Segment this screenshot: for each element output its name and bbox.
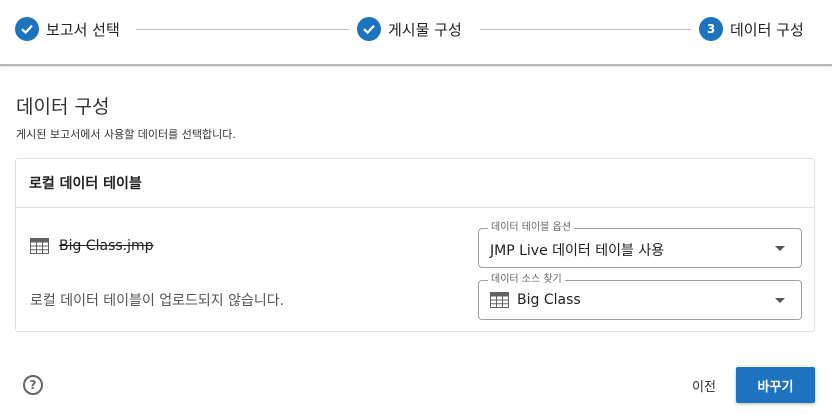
data-table-icon (490, 292, 509, 308)
local-data-table-card: 로컬 데이터 테이블 Big Class.jmp 로컬 데이터 테이블이 업로드… (15, 158, 815, 332)
dropdown-arrow-icon (775, 246, 785, 251)
page-description: 게시된 보고서에서 사용할 데이터를 선택합니다. (16, 128, 236, 141)
dropdown-arrow-icon (775, 298, 785, 303)
select-legend: 데이터 소스 찾기 (488, 274, 565, 286)
local-table-row: Big Class.jmp (30, 238, 154, 254)
stepper: 보고서 선택 게시물 구성 3 데이터 구성 (0, 0, 832, 66)
step-number: 3 (699, 17, 723, 41)
step-configure-data[interactable]: 3 데이터 구성 (699, 17, 804, 41)
data-table-icon (30, 238, 49, 254)
replace-button[interactable]: 바꾸기 (736, 367, 815, 403)
step-label: 데이터 구성 (730, 20, 804, 39)
check-icon (357, 17, 381, 41)
step-label: 게시물 구성 (388, 20, 462, 39)
previous-button[interactable]: 이전 (680, 367, 728, 403)
help-icon[interactable]: ? (23, 375, 43, 395)
data-table-option-select[interactable]: 데이터 테이블 옵션 JMP Live 데이터 테이블 사용 (478, 222, 802, 268)
check-icon (15, 17, 39, 41)
step-connector (480, 29, 691, 30)
select-legend: 데이터 테이블 옵션 (488, 222, 574, 234)
step-label: 보고서 선택 (46, 20, 120, 39)
select-value-text: Big Class (517, 292, 581, 308)
step-connector (136, 29, 349, 30)
step-select-report[interactable]: 보고서 선택 (15, 17, 120, 41)
select-value: JMP Live 데이터 테이블 사용 (490, 243, 665, 259)
select-value: Big Class (490, 292, 581, 308)
data-source-select[interactable]: 데이터 소스 찾기 Big Class (478, 274, 802, 320)
local-table-name: Big Class.jmp (59, 238, 154, 254)
card-title: 로컬 데이터 테이블 (16, 159, 814, 208)
upload-status-text: 로컬 데이터 테이블이 업로드되지 않습니다. (30, 293, 285, 309)
step-configure-post[interactable]: 게시물 구성 (357, 17, 462, 41)
page-title: 데이터 구성 (16, 96, 110, 118)
